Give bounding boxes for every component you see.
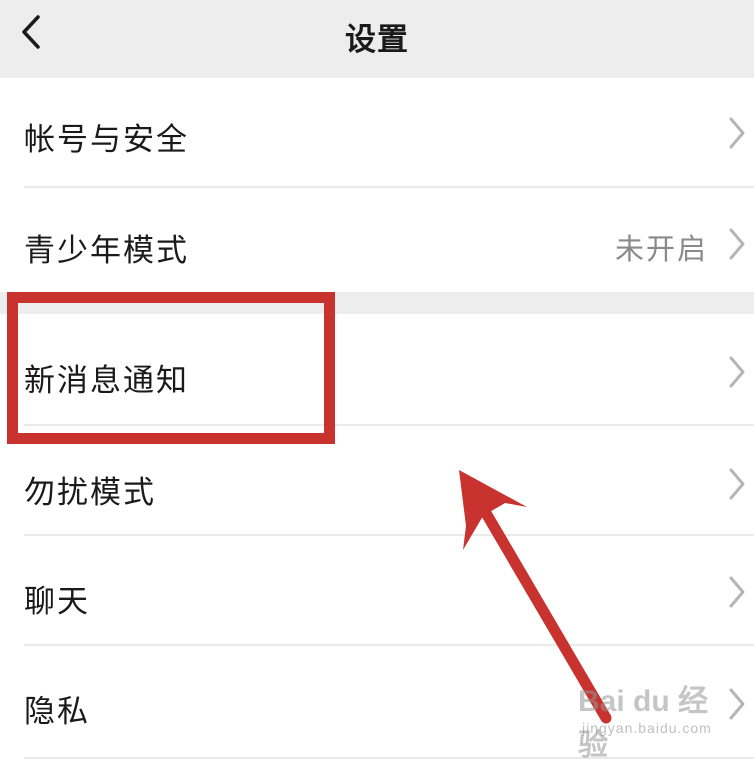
chevron-right-icon (729, 228, 745, 260)
chevron-right-icon (729, 117, 745, 149)
chevron-right-icon (729, 688, 745, 720)
settings-item-new-message-notification[interactable]: 新消息通知 (0, 314, 754, 424)
settings-item-label: 聊天 (24, 584, 90, 620)
settings-item-teen-mode[interactable]: 青少年模式 未开启 (0, 188, 754, 292)
settings-item-chat[interactable]: 聊天 (0, 536, 754, 644)
page-title: 设置 (345, 22, 409, 58)
chevron-right-icon (729, 468, 745, 500)
teen-mode-status: 未开启 (614, 232, 708, 266)
chevron-right-icon (729, 576, 745, 608)
settings-item-privacy[interactable]: 隐私 (0, 646, 754, 756)
section-gap (0, 292, 754, 314)
top-nav-bar: 设置 (0, 0, 754, 78)
chevron-right-icon (729, 356, 745, 388)
settings-item-label: 新消息通知 (24, 363, 189, 399)
settings-item-account-security[interactable]: 帐号与安全 (0, 78, 754, 188)
settings-item-label: 勿扰模式 (24, 475, 156, 511)
settings-item-do-not-disturb[interactable]: 勿扰模式 (0, 426, 754, 534)
settings-item-label: 隐私 (24, 694, 90, 730)
settings-item-label: 青少年模式 (24, 233, 189, 269)
settings-item-label: 帐号与安全 (24, 122, 189, 158)
